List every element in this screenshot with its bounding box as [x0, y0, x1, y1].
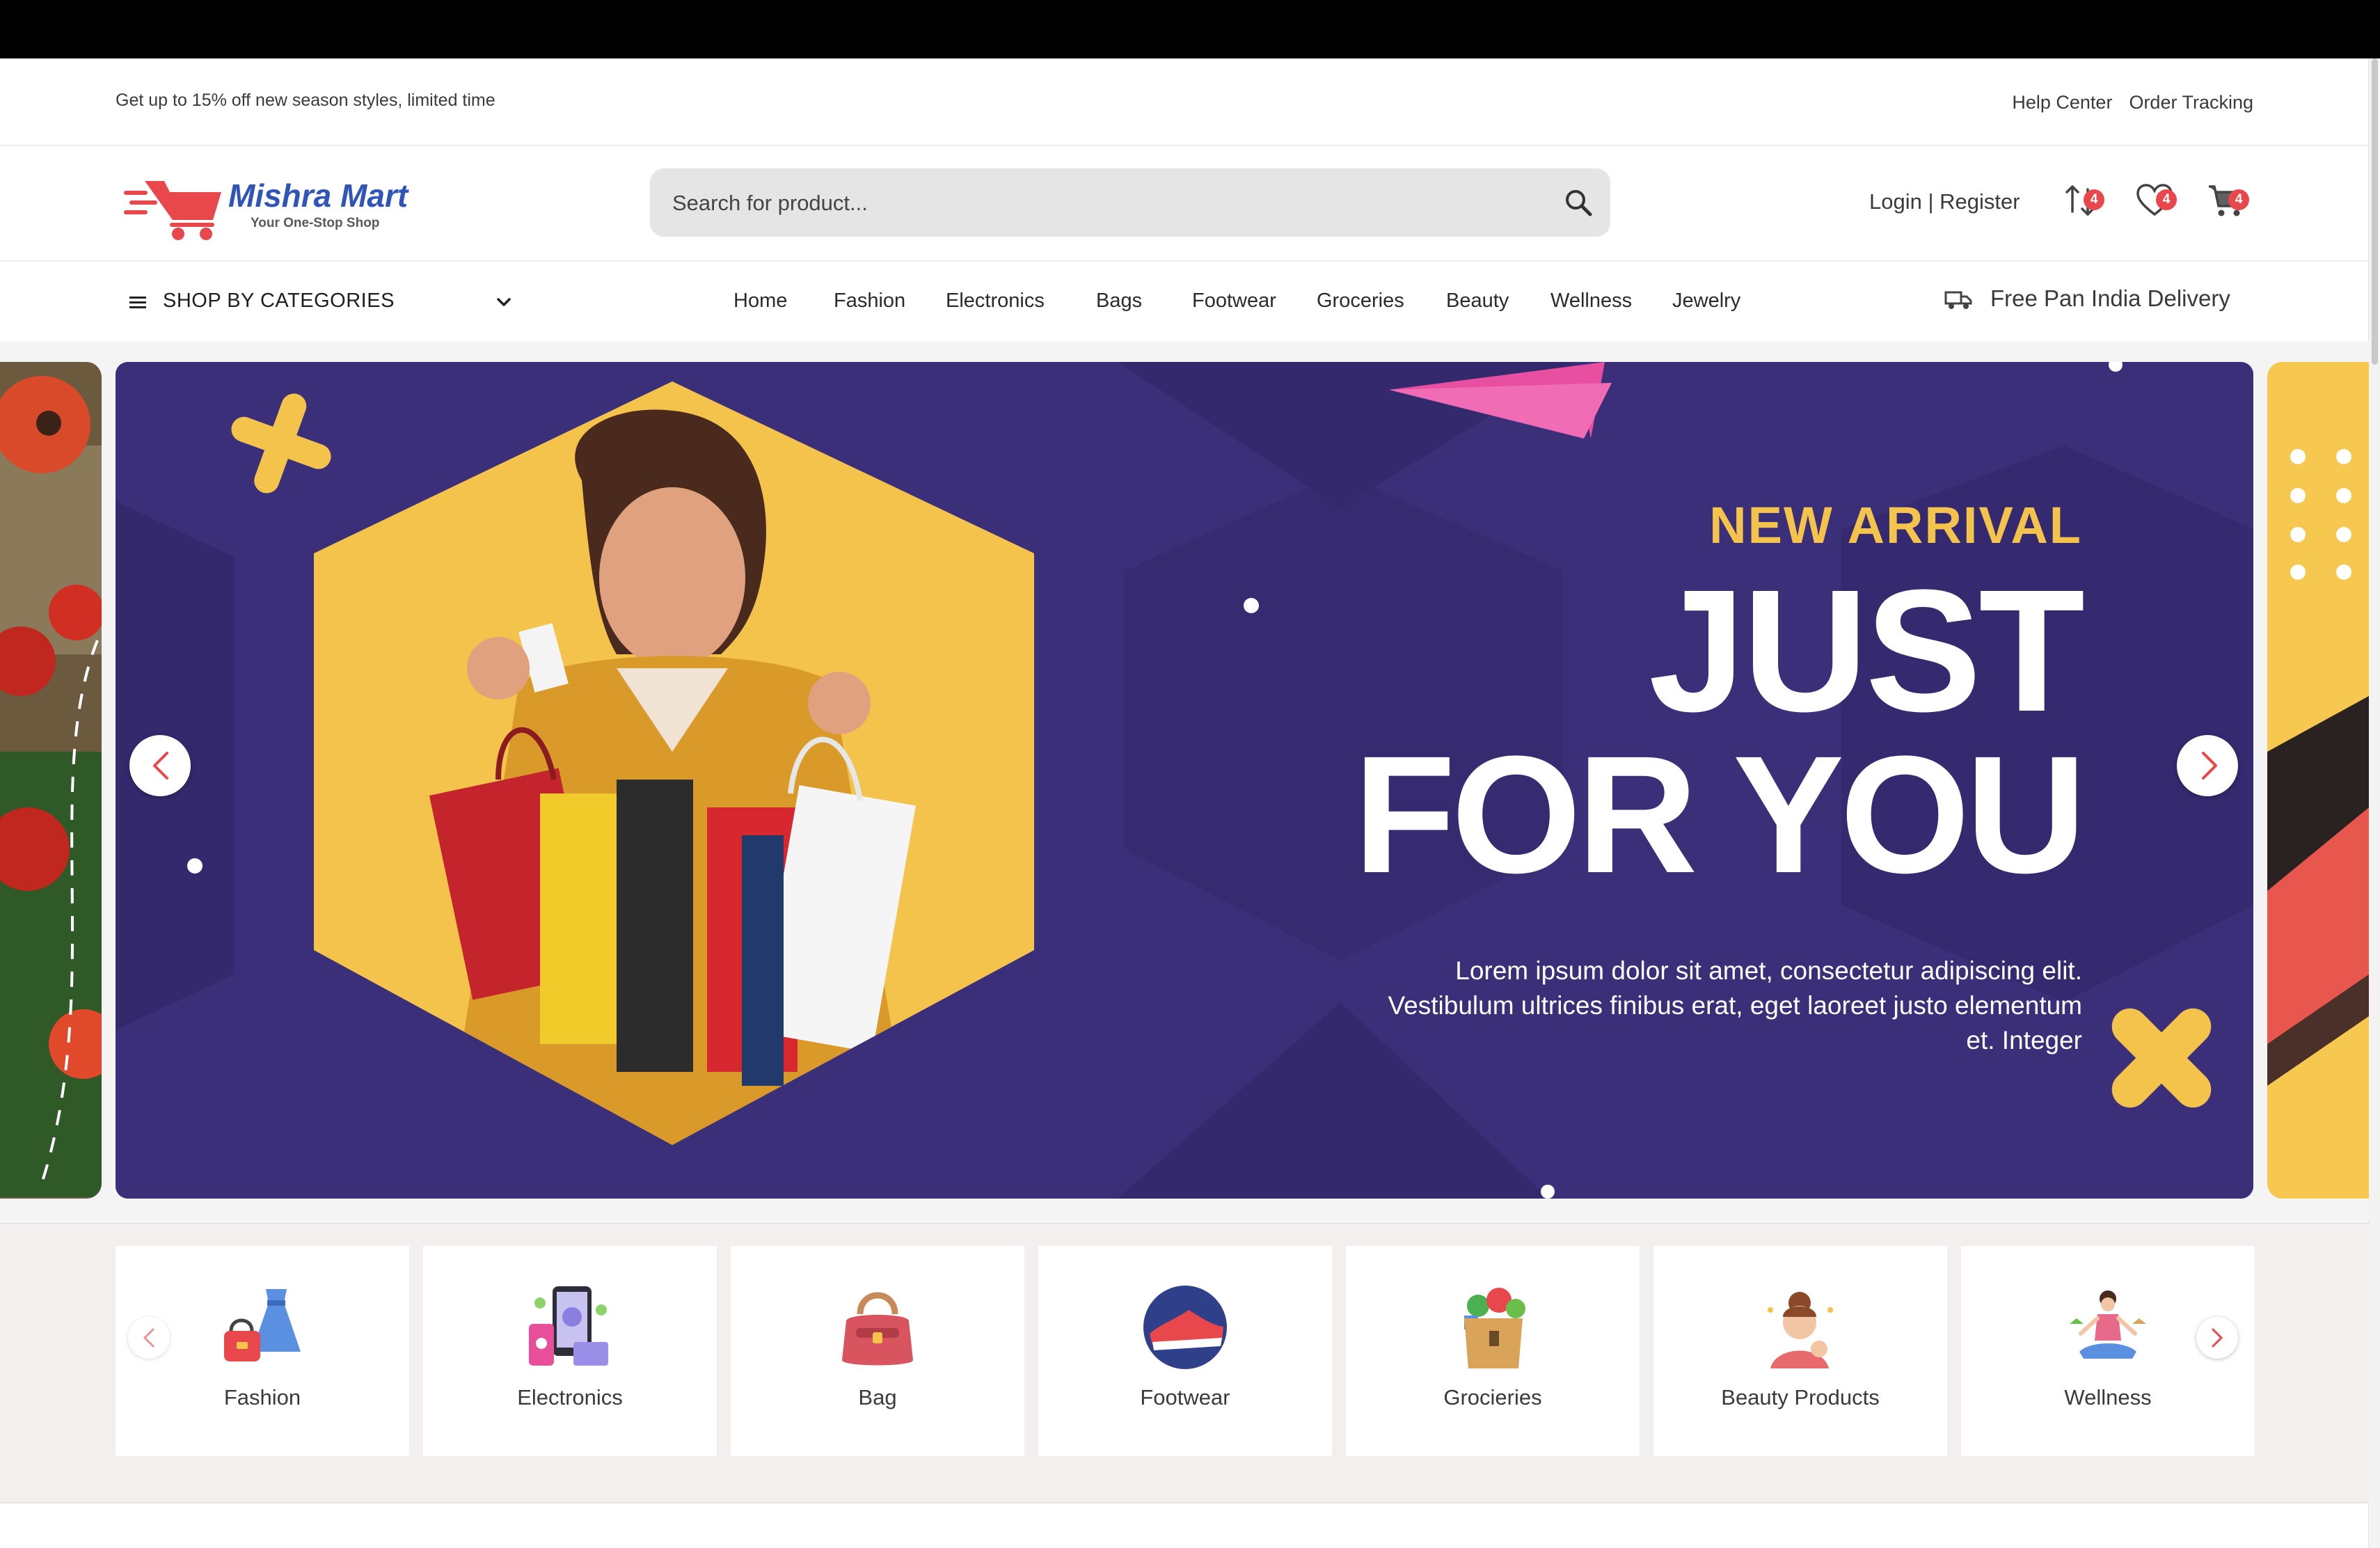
cart-logo-icon [124, 181, 221, 240]
delivery-label: Free Pan India Delivery [1990, 285, 2230, 311]
wishlist-button[interactable]: 4 [2135, 181, 2177, 220]
categories-prev-button[interactable] [128, 1317, 170, 1359]
compare-button[interactable]: 4 [2063, 181, 2104, 220]
compare-badge: 4 [2084, 189, 2104, 210]
search-button[interactable] [1563, 187, 1594, 218]
search-input[interactable] [671, 168, 1537, 238]
grocery-bag-icon [1464, 1288, 1525, 1368]
chevron-down-icon [497, 298, 511, 306]
main-nav: SHOP BY CATEGORIES Home Fashion Electron… [0, 262, 2369, 340]
category-label: Fashion [223, 1385, 301, 1409]
hero-kicker: NEW ARRIVAL [1709, 496, 2082, 554]
nav-link-footwear[interactable]: Footwear [1192, 290, 1276, 313]
category-label: Footwear [1140, 1385, 1230, 1409]
nav-link-wellness[interactable]: Wellness [1550, 290, 1632, 313]
chevron-right-icon [2212, 1328, 2223, 1348]
promo-bar: Get up to 15% off new season styles, lim… [0, 58, 2369, 146]
next-slide-peek[interactable] [2267, 362, 2369, 1199]
nav-link-fashion[interactable]: Fashion [834, 290, 905, 313]
flowers-image [0, 362, 102, 1199]
sneaker-icon [1143, 1286, 1227, 1369]
categories-next-button[interactable] [2196, 1317, 2238, 1359]
chevron-left-icon [143, 1328, 154, 1348]
shopping-woman-image [429, 409, 916, 1145]
help-center-link[interactable]: Help Center [2012, 92, 2112, 113]
cart-button[interactable]: 4 [2207, 181, 2249, 220]
hero-carousel: NEW ARRIVAL JUST FOR YOU Lorem ipsum dol… [0, 341, 2369, 1221]
nav-link-bags[interactable]: Bags [1096, 290, 1142, 313]
search-bar [650, 168, 1610, 238]
logo-title: Mishra Mart [228, 177, 408, 214]
scrollbar-thumb[interactable] [2372, 58, 2378, 365]
category-card-footwear[interactable]: Footwear [1038, 1246, 1332, 1456]
nav-link-jewelry[interactable]: Jewelry [1672, 290, 1740, 313]
nav-link-groceries[interactable]: Groceries [1317, 290, 1404, 313]
dress-handbag-icon [224, 1289, 301, 1361]
category-card-bag[interactable]: Bag [731, 1246, 1024, 1456]
category-label: Electronics [517, 1385, 623, 1409]
login-register-link[interactable]: Login | Register [1869, 189, 2020, 214]
category-card-groceries[interactable]: Grocieries [1346, 1246, 1640, 1456]
hero-banner[interactable]: NEW ARRIVAL JUST FOR YOU Lorem ipsum dol… [116, 362, 2253, 1199]
wishlist-badge: 4 [2156, 189, 2177, 210]
beauty-icon [1768, 1292, 1833, 1368]
previous-slide-peek[interactable] [0, 362, 102, 1199]
nav-link-beauty[interactable]: Beauty [1446, 290, 1509, 313]
next-slide-image [2267, 362, 2369, 1199]
truck-icon [1944, 291, 1972, 309]
hamburger-icon [129, 297, 146, 308]
hero-next-button[interactable] [2177, 735, 2238, 796]
bag-icon [842, 1292, 913, 1366]
chevron-left-icon [153, 752, 168, 780]
site-header: Mishra Mart Your One-Stop Shop Login | R… [0, 146, 2369, 262]
site-logo[interactable]: Mishra Mart Your One-Stop Shop [124, 171, 430, 241]
category-label: Wellness [2064, 1385, 2152, 1409]
yoga-icon [2070, 1290, 2146, 1359]
category-label: Bag [858, 1385, 897, 1409]
category-card-beauty-products[interactable]: Beauty Products [1653, 1246, 1947, 1456]
devices-icon [529, 1286, 608, 1366]
promo-message: Get up to 15% off new season styles, lim… [116, 90, 495, 110]
order-tracking-link[interactable]: Order Tracking [2129, 92, 2253, 113]
browser-top-bar [0, 0, 2380, 58]
category-label: Beauty Products [1721, 1385, 1880, 1409]
hero-description: Lorem ipsum dolor sit amet, consectetur … [1388, 956, 2082, 1055]
category-card-electronics[interactable]: Electronics [423, 1246, 717, 1456]
category-carousel: Fashion Electronics Bag Footwear Grocier… [0, 1222, 2369, 1503]
hero-title-line2: FOR YOU [1353, 721, 2086, 908]
promo-links: Help Center Order Tracking [2012, 92, 2253, 113]
cart-badge: 4 [2228, 189, 2249, 210]
category-label: Grocieries [1443, 1385, 1542, 1409]
nav-link-home[interactable]: Home [733, 290, 787, 313]
hero-prev-button[interactable] [129, 735, 191, 796]
category-menu-label: SHOP BY CATEGORIES [163, 290, 395, 312]
shop-by-categories-dropdown[interactable]: SHOP BY CATEGORIES [128, 288, 518, 316]
search-icon [1566, 190, 1592, 216]
nav-link-electronics[interactable]: Electronics [946, 290, 1045, 313]
chevron-right-icon [2202, 752, 2217, 780]
hero-title-line1: JUST [1648, 553, 2085, 748]
logo-tagline: Your One-Stop Shop [251, 216, 380, 230]
